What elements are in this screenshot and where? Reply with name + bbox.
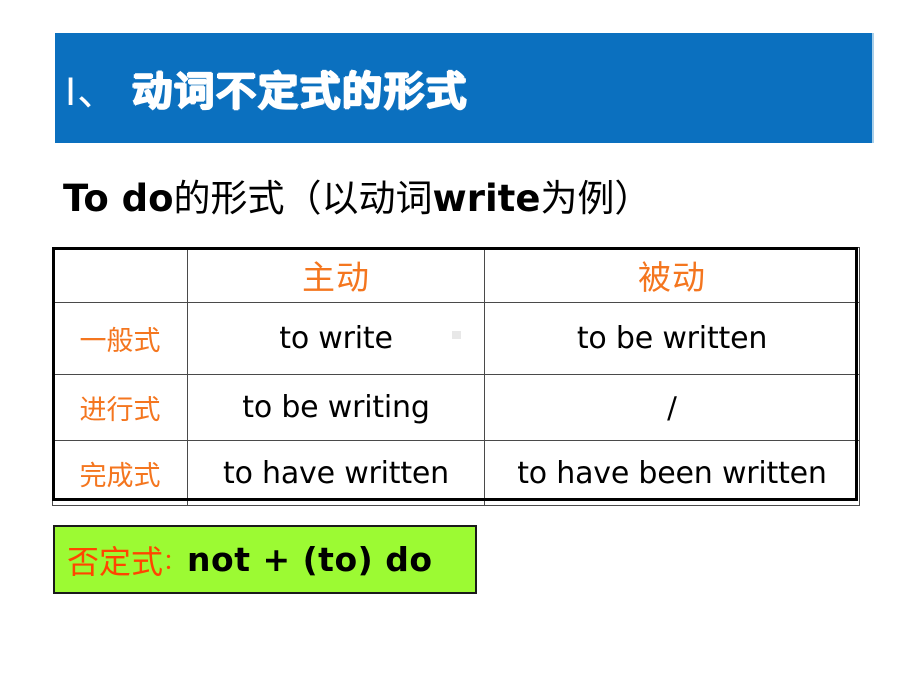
subtitle-chinese-lead: 的形式（以动词	[173, 177, 433, 220]
subtitle-example-verb: write	[432, 177, 541, 220]
cell-perfect-active: to have written	[187, 440, 485, 506]
cell-perfect-passive: to have been written	[484, 440, 860, 506]
row-label-progressive: 进行式	[52, 374, 188, 441]
cell-simple-active: to write	[187, 302, 485, 375]
slide-canvas: I、 动词不定式的形式 To do的形式（以动词write为例） 主动 被动 一…	[0, 0, 920, 690]
subtitle: To do的形式（以动词write为例）	[63, 168, 651, 222]
infinitive-forms-table: 主动 被动 一般式 to write to be written 进行式 to …	[52, 247, 860, 506]
negative-form-label: 否定式	[67, 542, 164, 581]
negative-form-box: 否定式 ： not + (to) do	[53, 525, 477, 594]
row-label-perfect: 完成式	[52, 440, 188, 506]
title-text-group: I、 动词不定式的形式	[65, 59, 468, 117]
row-label-text: 进行式	[79, 395, 161, 426]
row-label-text: 完成式	[79, 460, 161, 492]
gray-speck-artifact	[452, 331, 461, 339]
subtitle-english-lead: To do	[63, 177, 174, 220]
cell-text: to be writing	[242, 390, 430, 425]
title-banner: I、 动词不定式的形式	[55, 33, 874, 143]
row-label-simple: 一般式	[52, 302, 188, 375]
table-row: 进行式 to be writing /	[52, 374, 860, 441]
header-cell-passive: 被动	[484, 247, 860, 303]
header-cell-active: 主动	[187, 247, 485, 303]
header-cell-blank	[52, 247, 188, 303]
cell-text: /	[667, 390, 677, 425]
row-label-text: 一般式	[79, 326, 161, 357]
header-label-passive: 被动	[638, 258, 706, 297]
header-label-active: 主动	[302, 258, 370, 297]
subtitle-chinese-tail: 为例）	[540, 177, 652, 220]
table-header-row: 主动 被动	[52, 247, 860, 303]
cell-progressive-passive: /	[484, 374, 860, 441]
negative-form-colon: ：	[163, 549, 186, 575]
cell-text: to have been written	[517, 455, 827, 491]
negative-form-formula: not + (to) do	[187, 540, 433, 579]
table-row: 完成式 to have written to have been written	[52, 440, 860, 506]
cell-text: to write	[279, 321, 393, 356]
title-numeral: I、	[65, 70, 119, 114]
cell-text: to be written	[576, 321, 768, 356]
cell-progressive-active: to be writing	[187, 374, 485, 441]
page-title: 动词不定式的形式	[132, 69, 469, 115]
cell-text: to have written	[223, 455, 449, 491]
cell-simple-passive: to be written	[484, 302, 860, 375]
